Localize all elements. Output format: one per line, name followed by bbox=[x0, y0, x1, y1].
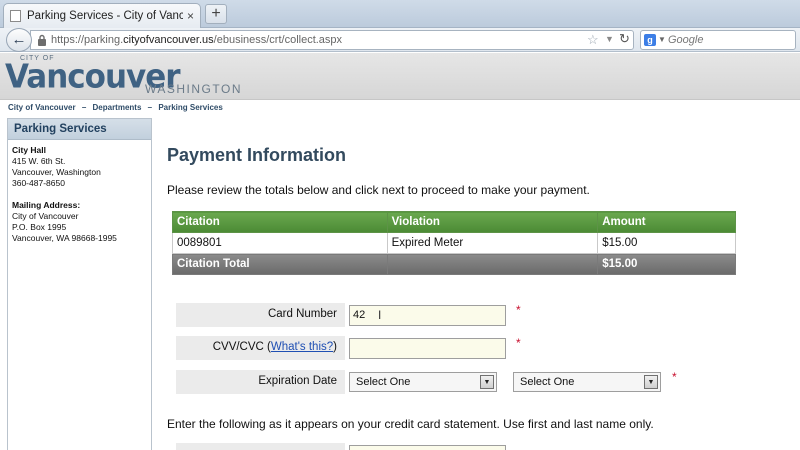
page-title: Payment Information bbox=[167, 145, 347, 165]
address-line: Vancouver, Washington bbox=[12, 167, 101, 177]
url-text: https://parking.cityofvancouver.us/ebusi… bbox=[51, 34, 343, 46]
expiration-year-select[interactable]: Select One ▼ bbox=[513, 372, 661, 392]
required-marker: * bbox=[672, 370, 677, 384]
tab-title: Parking Services - City of Vancouver, Wa… bbox=[27, 10, 183, 22]
breadcrumb-departments[interactable]: Departments bbox=[93, 103, 142, 112]
lock-icon bbox=[38, 34, 46, 46]
total-amount: $15.00 bbox=[597, 253, 736, 275]
navigation-bar: https://parking.cityofvancouver.us/ebusi… bbox=[0, 28, 800, 52]
citation-number: 0089801 bbox=[172, 232, 388, 254]
violation-type: Expired Meter bbox=[386, 232, 599, 254]
tab-bar: Parking Services - City of Vancouver, Wa… bbox=[0, 0, 800, 28]
google-icon[interactable]: g bbox=[644, 34, 656, 46]
search-placeholder: Google bbox=[668, 34, 704, 46]
phone-number: 360-487-8650 bbox=[12, 178, 65, 188]
back-button[interactable]: ← bbox=[6, 28, 32, 52]
citation-amount: $15.00 bbox=[597, 232, 736, 254]
breadcrumb-separator: – bbox=[81, 103, 87, 112]
address-line: P.O. Box 1995 bbox=[12, 222, 67, 232]
name-label-cutoff bbox=[176, 443, 345, 450]
breadcrumb-separator: – bbox=[147, 103, 153, 112]
month-select-value: Select One bbox=[356, 376, 411, 388]
chevron-down-icon[interactable]: ▼ bbox=[480, 375, 494, 389]
whats-this-link[interactable]: What's this? bbox=[271, 341, 333, 353]
site-header: CITY OF Vancouver WASHINGTON bbox=[0, 53, 800, 100]
expiration-label: Expiration Date bbox=[176, 370, 345, 394]
logo-washington: WASHINGTON bbox=[145, 82, 243, 96]
address-bar[interactable]: https://parking.cityofvancouver.us/ebusi… bbox=[30, 30, 634, 50]
new-tab-button[interactable]: + bbox=[205, 4, 227, 24]
column-header-citation: Citation bbox=[172, 211, 388, 233]
search-bar[interactable]: g ▼ Google bbox=[640, 30, 796, 50]
close-tab-icon[interactable]: × bbox=[187, 9, 194, 23]
expiration-month-select[interactable]: Select One ▼ bbox=[349, 372, 497, 392]
total-label: Citation Total bbox=[172, 253, 388, 275]
address-line: Vancouver, WA 98668-1995 bbox=[12, 233, 117, 243]
address-line: 415 W. 6th St. bbox=[12, 156, 66, 166]
name-input-cutoff[interactable] bbox=[349, 445, 506, 450]
card-number-input[interactable]: 42 I bbox=[349, 305, 506, 326]
breadcrumb-city[interactable]: City of Vancouver bbox=[8, 103, 76, 112]
page-favicon-icon bbox=[10, 10, 21, 22]
cvv-input[interactable] bbox=[349, 338, 506, 359]
screen: Parking Services - City of Vancouver, Wa… bbox=[0, 0, 800, 450]
card-number-value: 42 bbox=[353, 309, 366, 321]
year-select-value: Select One bbox=[520, 376, 575, 388]
required-marker: * bbox=[516, 336, 521, 350]
history-dropdown-icon[interactable]: ▼ bbox=[605, 34, 614, 44]
citation-table: Citation Violation Amount 0089801 Expire… bbox=[172, 211, 736, 275]
text-cursor-icon: I bbox=[378, 308, 382, 322]
city-hall-heading: City Hall bbox=[12, 145, 47, 155]
breadcrumb: City of Vancouver – Departments – Parkin… bbox=[8, 103, 227, 112]
card-number-label: Card Number bbox=[176, 303, 345, 327]
browser-tab[interactable]: Parking Services - City of Vancouver, Wa… bbox=[3, 3, 201, 28]
sidebar-title: Parking Services bbox=[8, 119, 151, 140]
total-row: Citation Total $15.00 bbox=[172, 253, 736, 275]
address-line: City of Vancouver bbox=[12, 211, 79, 221]
sidebar: Parking Services City Hall 415 W. 6th St… bbox=[7, 118, 152, 450]
total-empty-cell bbox=[386, 253, 599, 275]
table-row: 0089801 Expired Meter $15.00 bbox=[172, 232, 736, 254]
reload-icon[interactable]: ↻ bbox=[619, 31, 630, 47]
cvv-label: CVV/CVC (What's this?) bbox=[176, 336, 345, 360]
bookmark-star-icon[interactable]: ☆ bbox=[587, 32, 599, 48]
intro-text: Please review the totals below and click… bbox=[167, 183, 590, 197]
required-marker: * bbox=[516, 303, 521, 317]
city-hall-address: City Hall 415 W. 6th St. Vancouver, Wash… bbox=[8, 140, 151, 244]
card-statement-note: Enter the following as it appears on you… bbox=[167, 417, 654, 431]
search-engine-dropdown-icon[interactable]: ▼ bbox=[658, 35, 666, 44]
breadcrumb-parking-services[interactable]: Parking Services bbox=[158, 103, 222, 112]
column-header-amount: Amount bbox=[597, 211, 736, 233]
mailing-address-heading: Mailing Address: bbox=[12, 200, 81, 210]
column-header-violation: Violation bbox=[386, 211, 599, 233]
chevron-down-icon[interactable]: ▼ bbox=[644, 375, 658, 389]
